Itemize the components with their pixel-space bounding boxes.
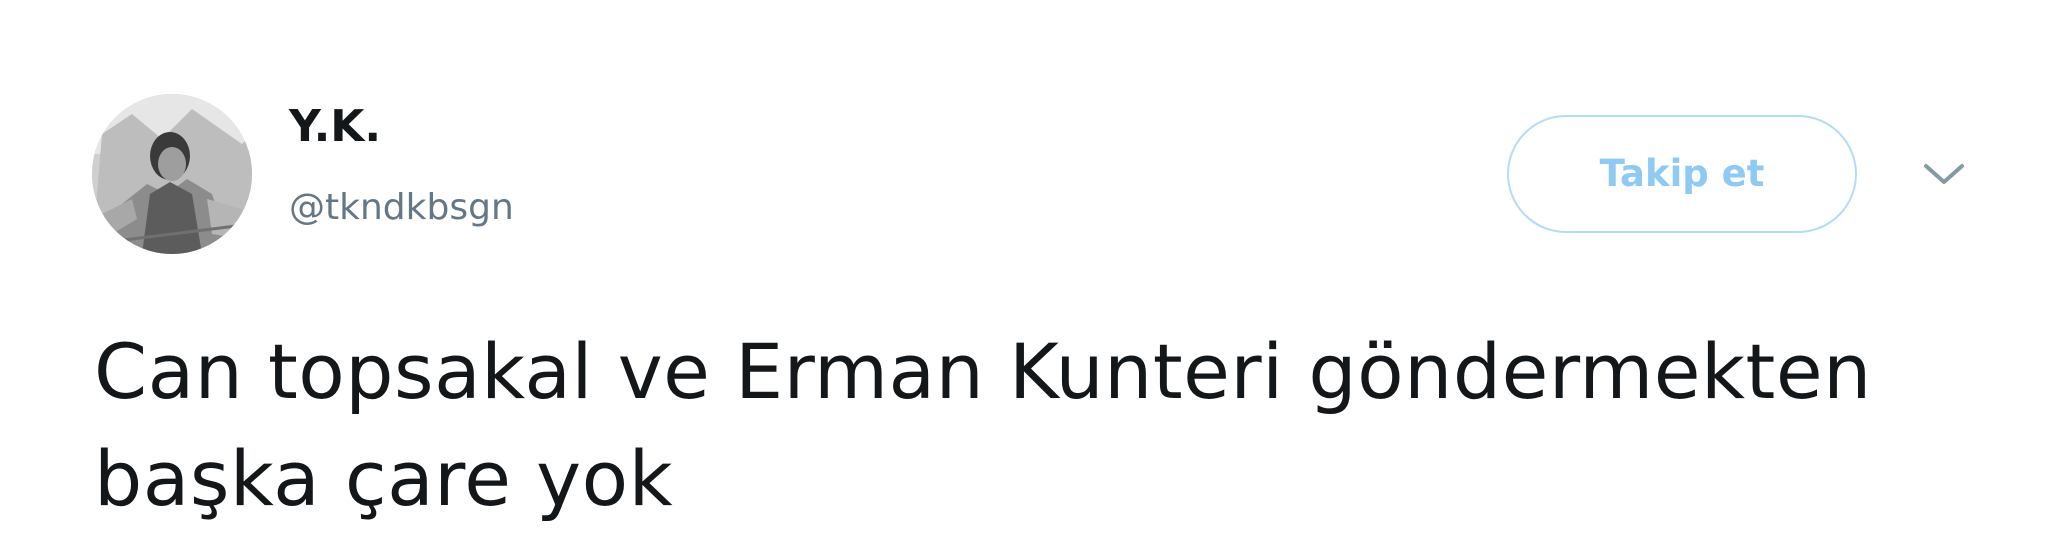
tweet-text: Can topsakal ve Erman Kunteri göndermekt… <box>94 318 2024 532</box>
chevron-down-icon <box>1924 164 1964 184</box>
tweet-text-line: Can topsakal ve Erman Kunteri göndermekt… <box>94 327 1872 416</box>
tweet-menu-button[interactable] <box>1920 158 1968 190</box>
tweet-card: Y.K. @tkndkbsgn Takip et Can topsakal ve… <box>0 0 2059 555</box>
user-avatar-photo-icon <box>92 94 252 254</box>
tweet-text-line: başka çare yok <box>94 434 674 523</box>
avatar[interactable] <box>92 94 252 254</box>
author-handle[interactable]: @tkndkbsgn <box>289 188 514 228</box>
author-display-name[interactable]: Y.K. <box>289 102 381 152</box>
follow-button[interactable]: Takip et <box>1507 115 1857 233</box>
